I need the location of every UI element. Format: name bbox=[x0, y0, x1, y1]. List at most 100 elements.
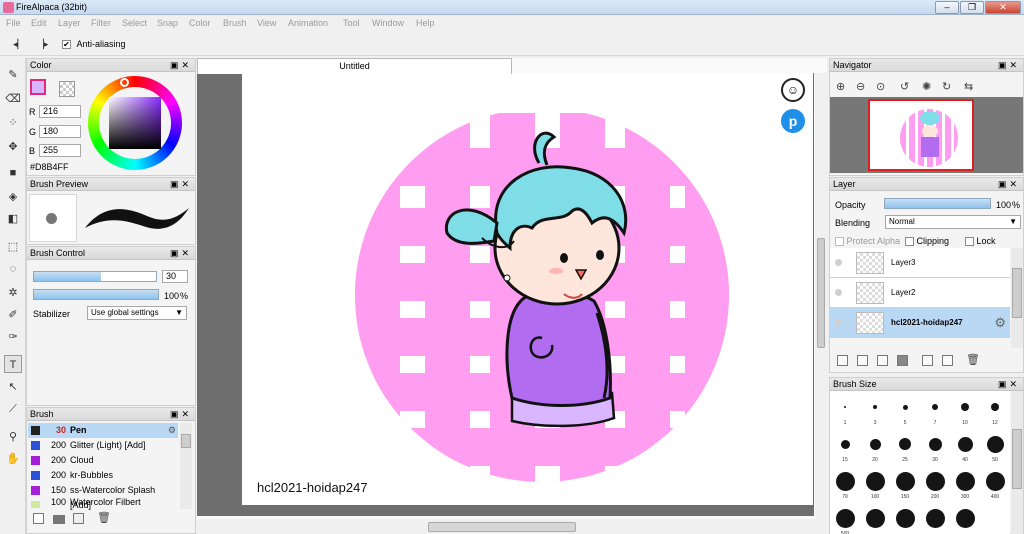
brush-size-dot[interactable] bbox=[844, 406, 846, 408]
brush-size-dot[interactable] bbox=[873, 405, 877, 409]
gradient-tool-icon[interactable]: ◧ bbox=[4, 210, 22, 228]
panel-buttons-icon[interactable]: ▣✕ bbox=[998, 178, 1020, 190]
brush-size-dot[interactable] bbox=[986, 435, 1004, 453]
gear-icon[interactable]: ⚙ bbox=[994, 315, 1006, 331]
brush-size-dot[interactable] bbox=[865, 471, 885, 491]
brush-item[interactable]: 200 Glitter (Light) [Add] bbox=[28, 438, 178, 453]
lock-checkbox[interactable]: Lock bbox=[965, 236, 996, 247]
zoom-fit-icon[interactable]: ⊙ bbox=[876, 80, 885, 93]
antialias-checkbox[interactable]: ✔ Anti-aliasing bbox=[62, 39, 126, 50]
layer-row[interactable]: Layer2 bbox=[830, 278, 1010, 308]
menu-color[interactable]: Color bbox=[189, 18, 211, 28]
menu-snap[interactable]: Snap bbox=[157, 18, 178, 28]
visibility-icon[interactable] bbox=[835, 259, 842, 266]
zoom-in-icon[interactable]: ⊕ bbox=[836, 80, 845, 93]
delete-brush-icon[interactable]: 🗑 bbox=[97, 511, 111, 524]
transparent-color-swatch[interactable] bbox=[59, 81, 75, 97]
saturation-value-square[interactable] bbox=[109, 97, 161, 149]
document-tab[interactable]: Untitled bbox=[197, 58, 512, 74]
brush-size-dot[interactable] bbox=[961, 403, 969, 411]
layer-list-scrollbar[interactable] bbox=[1011, 248, 1023, 348]
menu-help[interactable]: Help bbox=[416, 18, 435, 28]
nav-back-icon[interactable]: ◂▏ bbox=[13, 39, 24, 50]
reset-rotation-icon[interactable]: ✺ bbox=[922, 80, 931, 93]
lasso-tool-icon[interactable]: ◌ bbox=[4, 260, 22, 278]
layer-opacity-slider[interactable] bbox=[884, 198, 991, 209]
document-viewport[interactable]: ☺ p hcl2021-hoidap247 bbox=[197, 73, 814, 516]
menu-file[interactable]: File bbox=[6, 18, 21, 28]
menu-animation[interactable]: Animation bbox=[288, 18, 328, 28]
g-value-field[interactable]: 180 bbox=[39, 125, 81, 138]
canvas-vertical-scrollbar[interactable] bbox=[815, 73, 827, 519]
folder-icon[interactable] bbox=[53, 515, 65, 524]
panel-buttons-icon[interactable]: ▣✕ bbox=[170, 59, 192, 71]
blending-select[interactable]: Normal ▼ bbox=[885, 215, 1021, 229]
brush-opacity-slider[interactable] bbox=[33, 289, 159, 300]
new-brush-icon[interactable] bbox=[33, 513, 44, 524]
gear-icon[interactable]: ⚙ bbox=[168, 423, 176, 438]
dot-tool-icon[interactable]: ⁘ bbox=[4, 114, 22, 132]
brush-size-dot[interactable] bbox=[955, 508, 975, 528]
brush-size-slider[interactable] bbox=[33, 271, 157, 282]
text-tool-icon[interactable]: T bbox=[4, 355, 22, 373]
brush-size-field[interactable]: 30 bbox=[162, 270, 188, 283]
panel-buttons-icon[interactable]: ▣✕ bbox=[170, 408, 192, 420]
bucket-tool-icon[interactable]: ◈ bbox=[4, 188, 22, 206]
new-8bit-layer-icon[interactable] bbox=[857, 355, 868, 366]
brush-item[interactable]: 100 Watercolor Filbert bbox=[28, 498, 178, 508]
select-tool-icon[interactable]: ⬚ bbox=[4, 238, 22, 256]
maximize-button[interactable]: ❐ bbox=[960, 1, 984, 14]
brush-size-dot[interactable] bbox=[899, 438, 911, 450]
fill-rect-tool-icon[interactable]: ■ bbox=[4, 164, 22, 182]
brush-size-dot[interactable] bbox=[895, 508, 915, 528]
eraser-tool-icon[interactable]: ⌫ bbox=[4, 90, 22, 108]
brush-item[interactable]: 200 kr-Bubbles bbox=[28, 468, 178, 483]
brush-size-dot[interactable] bbox=[902, 404, 908, 410]
divide-tool-icon[interactable]: ⟋ bbox=[4, 400, 22, 418]
menu-edit[interactable]: Edit bbox=[31, 18, 47, 28]
brush-item[interactable]: 30 Pen ⚙ bbox=[28, 423, 178, 438]
brush-size-dot[interactable] bbox=[928, 437, 942, 451]
merge-down-icon[interactable] bbox=[942, 355, 953, 366]
brush-size-dot[interactable] bbox=[865, 508, 885, 528]
menu-window[interactable]: Window bbox=[372, 18, 404, 28]
hue-marker-icon[interactable] bbox=[120, 78, 129, 87]
b-value-field[interactable]: 255 bbox=[39, 144, 81, 157]
menu-view[interactable]: View bbox=[257, 18, 276, 28]
visibility-icon[interactable] bbox=[835, 319, 842, 326]
panel-buttons-icon[interactable]: ▣✕ bbox=[170, 247, 192, 259]
duplicate-layer-icon[interactable] bbox=[922, 355, 933, 366]
brush-item[interactable]: 200 Cloud bbox=[28, 453, 178, 468]
new-1bit-layer-icon[interactable] bbox=[877, 355, 888, 366]
canvas-horizontal-scrollbar[interactable] bbox=[197, 519, 827, 534]
brush-size-dot[interactable] bbox=[932, 404, 938, 410]
select-eraser-tool-icon[interactable]: ✑ bbox=[4, 328, 22, 346]
menu-select[interactable]: Select bbox=[122, 18, 147, 28]
brush-size-dot[interactable] bbox=[925, 508, 945, 528]
brush-size-dot[interactable] bbox=[869, 438, 881, 450]
select-pen-tool-icon[interactable]: ✐ bbox=[4, 306, 22, 324]
rotate-right-icon[interactable]: ↻ bbox=[942, 80, 951, 93]
brush-size-dot[interactable] bbox=[840, 439, 850, 449]
brush-size-dot[interactable] bbox=[957, 436, 973, 452]
navigator-preview[interactable] bbox=[830, 97, 1023, 173]
new-layer-icon[interactable] bbox=[837, 355, 848, 366]
rotate-left-icon[interactable]: ↺ bbox=[900, 80, 909, 93]
brush-size-dot[interactable] bbox=[991, 403, 999, 411]
delete-layer-icon[interactable]: 🗑 bbox=[966, 353, 980, 366]
hand-tool-icon[interactable]: ✋ bbox=[4, 450, 22, 468]
flip-icon[interactable]: ⇆ bbox=[964, 80, 973, 93]
minimize-button[interactable]: – bbox=[935, 1, 959, 14]
brush-size-dot[interactable] bbox=[835, 508, 855, 528]
primary-color-swatch[interactable] bbox=[30, 79, 46, 95]
clipping-checkbox[interactable]: Clipping bbox=[905, 236, 949, 247]
stabilizer-select[interactable]: Use global settings ▼ bbox=[87, 306, 187, 320]
nav-forward-icon[interactable]: ▕▸ bbox=[37, 39, 48, 50]
move-tool-icon[interactable]: ✥ bbox=[4, 138, 22, 156]
brush-size-dot[interactable] bbox=[925, 471, 945, 491]
layer-row[interactable]: Layer3 bbox=[830, 248, 1010, 278]
brush-size-dot[interactable] bbox=[985, 471, 1005, 491]
drawing-canvas[interactable]: ☺ p hcl2021-hoidap247 bbox=[242, 73, 813, 505]
visibility-icon[interactable] bbox=[835, 289, 842, 296]
panel-buttons-icon[interactable]: ▣✕ bbox=[170, 178, 192, 190]
